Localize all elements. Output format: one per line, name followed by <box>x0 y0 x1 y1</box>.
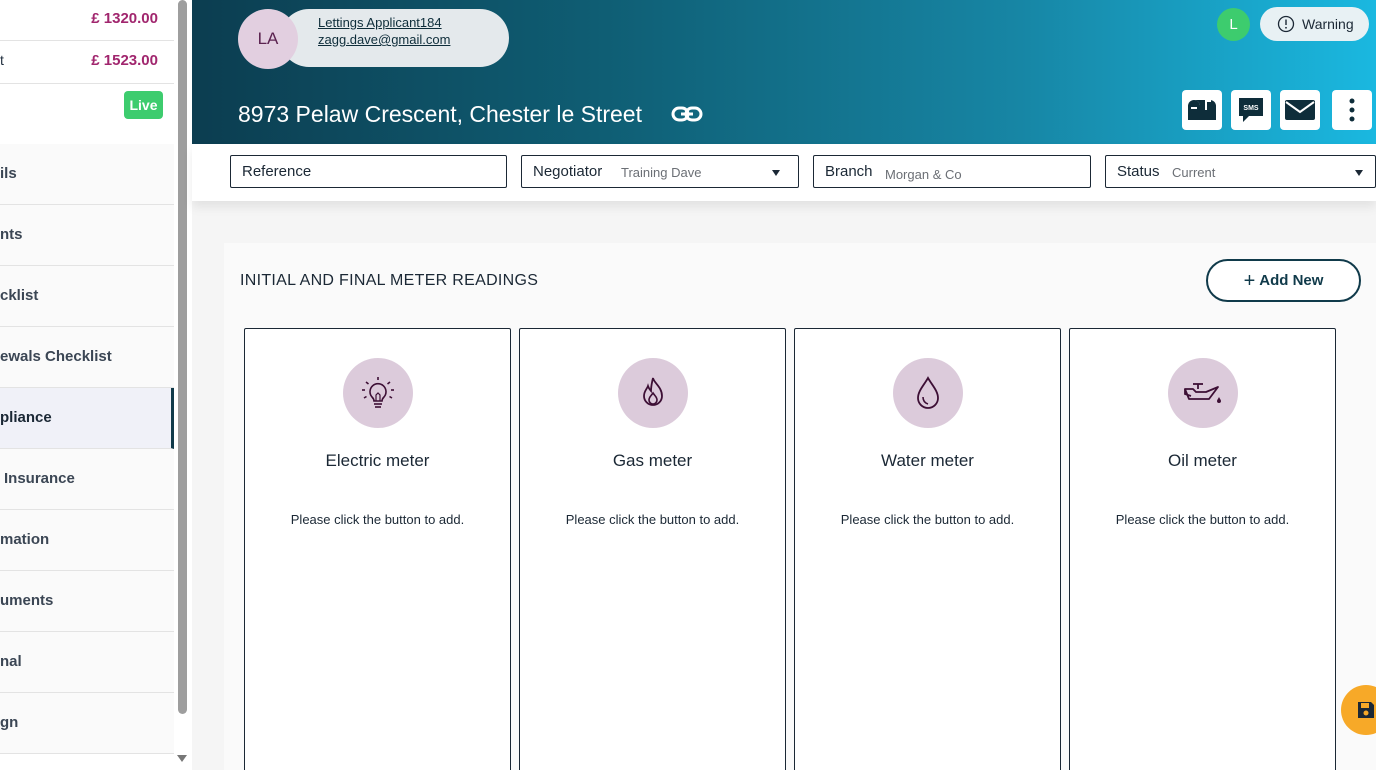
sidebar-item-information[interactable]: mation <box>0 510 174 571</box>
section-title: INITIAL AND FINAL METER READINGS <box>240 272 539 289</box>
sidebar: £ 1320.00 t £ 1523.00 Live ils nts cklis… <box>0 0 192 770</box>
meter-description: Please click the button to add. <box>1115 512 1290 527</box>
add-new-button[interactable]: + Add New <box>1206 259 1361 302</box>
reference-field[interactable]: Reference <box>230 155 507 188</box>
sidebar-item-details[interactable]: ils <box>0 144 174 205</box>
oil-can-icon <box>1168 358 1238 428</box>
status-select[interactable]: Status Current <box>1105 155 1376 188</box>
lightbulb-icon <box>343 358 413 428</box>
meter-readings-panel: INITIAL AND FINAL METER READINGS + Add Ne… <box>224 243 1376 770</box>
gas-meter-card[interactable]: Gas meter Please click the button to add… <box>519 328 786 770</box>
sidebar-item-tenants[interactable]: nts <box>0 205 174 266</box>
sms-icon: SMS <box>1239 98 1263 122</box>
sidebar-item-sign[interactable]: gn <box>0 693 174 754</box>
mailbox-button[interactable] <box>1182 90 1222 130</box>
sidebar-item-renewals-checklist[interactable]: ewals Checklist <box>0 327 174 388</box>
page-title: 8973 Pelaw Crescent, Chester le Street <box>238 101 642 127</box>
chevron-down-icon <box>1355 170 1363 176</box>
branch-value: Morgan & Co <box>885 167 962 182</box>
save-icon <box>1358 702 1374 718</box>
property-field-bar: Reference Negotiator Training Dave Branc… <box>192 144 1376 201</box>
applicant-email-link[interactable]: zagg.dave@gmail.com <box>318 32 450 47</box>
sidebar-nav: ils nts cklist ewals Checklist pliance I… <box>0 144 174 754</box>
meter-description: Please click the button to add. <box>840 512 1015 527</box>
status-badge: Live <box>124 91 163 119</box>
user-avatar[interactable]: L <box>1217 8 1250 41</box>
negotiator-label: Negotiator <box>533 163 603 180</box>
meter-title: Oil meter <box>1168 451 1237 470</box>
meter-title: Electric meter <box>325 451 430 470</box>
status-value: Current <box>1172 165 1216 180</box>
info-circle-icon <box>1277 15 1295 33</box>
applicant-avatar[interactable]: LA <box>238 9 298 69</box>
sidebar-item-checklist[interactable]: cklist <box>0 266 174 327</box>
negotiator-value: Training Dave <box>621 165 702 180</box>
more-options-button[interactable] <box>1332 90 1372 130</box>
mailbox-icon <box>1188 98 1216 120</box>
meter-title: Gas meter <box>612 451 693 470</box>
status-label: Status <box>1117 163 1160 180</box>
add-new-label: Add New <box>1259 272 1324 289</box>
divider <box>0 83 174 84</box>
sms-button[interactable]: SMS <box>1231 90 1271 130</box>
meter-description: Please click the button to add. <box>290 512 465 527</box>
property-header: LA Lettings Applicant184 zagg.dave@gmail… <box>192 0 1376 144</box>
scroll-down-arrow-icon[interactable] <box>177 755 187 762</box>
warning-label: Warning <box>1302 16 1354 32</box>
branch-field[interactable]: Branch Morgan & Co <box>813 155 1091 188</box>
sidebar-item-insurance[interactable]: Insurance <box>0 449 174 510</box>
link-icon[interactable] <box>670 101 704 127</box>
envelope-icon <box>1285 100 1315 120</box>
branch-label: Branch <box>825 163 873 180</box>
price-value-1: £ 1320.00 <box>91 10 158 27</box>
electric-meter-card[interactable]: Electric meter Please click the button t… <box>244 328 511 770</box>
price-value-2: £ 1523.00 <box>91 52 158 69</box>
meter-title: Water meter <box>881 451 974 470</box>
divider <box>0 40 174 41</box>
water-meter-card[interactable]: Water meter Please click the button to a… <box>794 328 1061 770</box>
svg-text:SMS: SMS <box>1243 105 1259 112</box>
chevron-down-icon <box>772 170 780 176</box>
water-drop-icon <box>893 358 963 428</box>
email-button[interactable] <box>1280 90 1320 130</box>
negotiator-select[interactable]: Negotiator Training Dave <box>521 155 799 188</box>
sidebar-scrollbar[interactable] <box>178 0 187 714</box>
oil-meter-card[interactable]: Oil meter Please click the button to add… <box>1069 328 1336 770</box>
flame-icon <box>618 358 688 428</box>
sidebar-item-compliance[interactable]: pliance <box>0 388 174 449</box>
reference-label: Reference <box>242 163 312 180</box>
warning-button[interactable]: Warning <box>1260 7 1369 41</box>
sidebar-item-journal[interactable]: nal <box>0 632 174 693</box>
more-vertical-icon <box>1349 98 1355 122</box>
price-label-2: t <box>0 52 4 68</box>
meter-description: Please click the button to add. <box>565 512 740 527</box>
applicant-name-link[interactable]: Lettings Applicant184 <box>318 15 442 30</box>
sidebar-item-documents[interactable]: uments <box>0 571 174 632</box>
plus-icon: + <box>1243 270 1256 292</box>
